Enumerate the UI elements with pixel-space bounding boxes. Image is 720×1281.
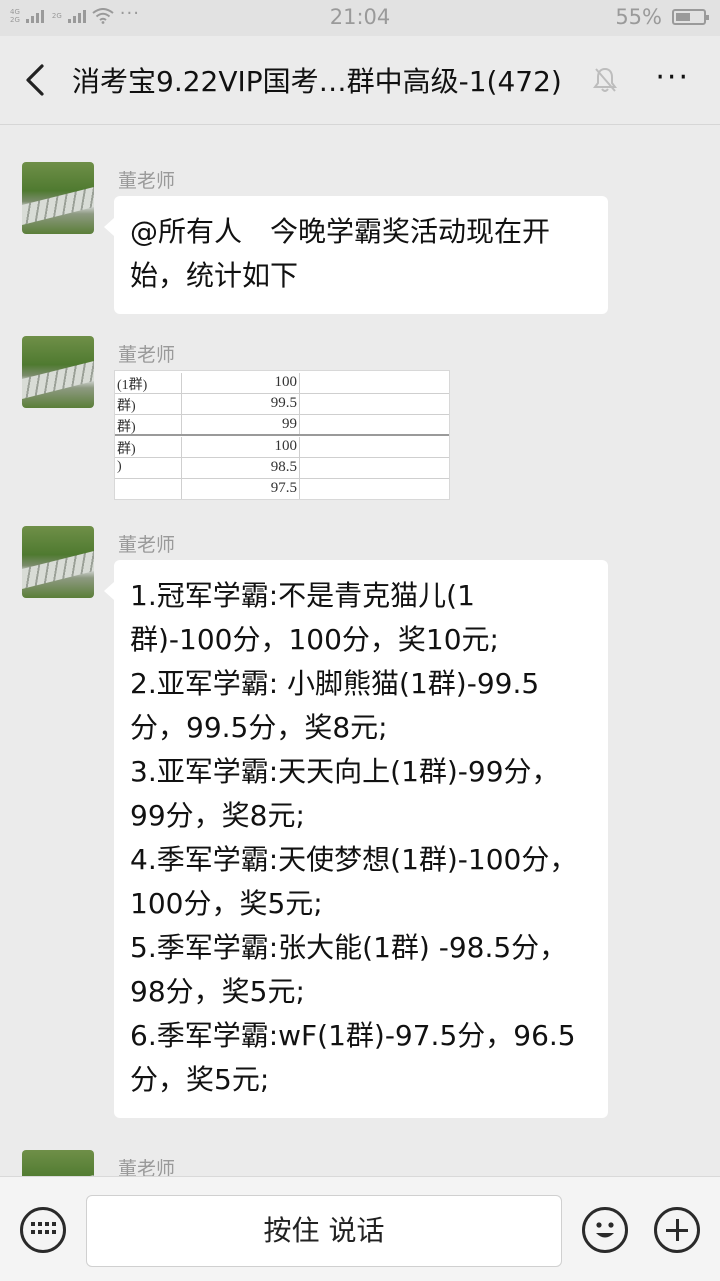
sheet-value: 98.5 (270, 459, 297, 475)
sheet-divider (181, 458, 182, 478)
sheet-divider (181, 437, 182, 457)
sheet-name: 群) (117, 442, 136, 457)
chat-title[interactable]: 消考宝9.22VIP国考…群中高级-1(472) (72, 60, 592, 100)
bell-muted-icon (593, 67, 617, 92)
battery-icon (672, 9, 709, 25)
sender-name: 董老师 (118, 344, 176, 366)
sheet-row: 群) 100 (115, 437, 449, 458)
sheet-name: ) (117, 459, 122, 474)
sheet-divider (299, 373, 300, 393)
sender-name: 董老师 (118, 534, 176, 556)
sender-name: 董老师 (118, 170, 176, 192)
status-time: 21:04 (329, 5, 391, 29)
avatar[interactable] (22, 336, 94, 408)
emoji-icon[interactable] (582, 1207, 628, 1253)
message-line: 100分，奖5元; (130, 887, 323, 920)
message-line: 始，统计如下 (130, 259, 299, 292)
battery-fill (676, 13, 690, 21)
status-right: 55% (615, 5, 709, 29)
sheet-divider (181, 373, 182, 393)
sheet-row: (1群) 100 (115, 373, 449, 394)
sheet-divider (181, 479, 182, 499)
message-line: 3.亚军学霸:天天向上(1群)-99分， (130, 755, 560, 788)
message-line: 群)-100分，100分，奖10元; (130, 623, 499, 656)
message-bubble[interactable]: 1.冠军学霸:不是青克猫儿(1 群)-100分，100分，奖10元; 2.亚军学… (104, 560, 608, 1118)
battery-percent: 55% (615, 5, 662, 29)
sheet-divider (299, 479, 300, 499)
sheet-divider (181, 394, 182, 414)
message-bubble[interactable]: @所有人 今晚学霸奖活动现在开 始，统计如下 (104, 196, 608, 314)
sheet-value: 100 (274, 438, 298, 454)
avatar-detail (22, 551, 94, 589)
sheet-row: ) 98.5 (115, 458, 449, 479)
message-line: @所有人 今晚学霸奖活动现在开 (130, 215, 551, 248)
message-line: 1.冠军学霸:不是青克猫儿(1 (130, 579, 475, 612)
sheet-divider (299, 394, 300, 414)
sheet-name: (1群) (117, 378, 148, 393)
avatar[interactable] (22, 162, 94, 234)
status-bar: 4G 2G 2G ··· 21:04 55% (0, 0, 720, 36)
sheet-divider (299, 458, 300, 478)
sheet-row: 97.5 (115, 479, 449, 499)
hold-to-talk-button[interactable]: 按住 说话 (86, 1195, 562, 1267)
sheet-divider (299, 415, 300, 434)
message-line: 4.季军学霸:天使梦想(1群)-100分， (130, 843, 578, 876)
sheet-row: 群) 99.5 (115, 394, 449, 415)
message-line: 分，99.5分，奖8元; (130, 711, 388, 744)
sheet-divider (299, 437, 300, 457)
message-line: 5.季军学霸:张大能(1群) -98.5分， (130, 931, 568, 964)
sheet-value: 99.5 (270, 395, 297, 411)
keyboard-icon[interactable] (20, 1207, 66, 1253)
sheet-value: 97.5 (270, 480, 297, 496)
sheet-name: 群) (117, 420, 136, 435)
avatar[interactable] (22, 526, 94, 598)
more-options-button[interactable]: ··· (655, 63, 690, 93)
title-bar: 消考宝9.22VIP国考…群中高级-1(472) ··· (0, 36, 720, 125)
spreadsheet-image[interactable]: (1群) 100 群) 99.5 群) 99 群) 100 ) 98.5 97.… (114, 370, 450, 500)
avatar-detail (22, 361, 94, 399)
message-line: 98分，奖5元; (130, 975, 305, 1008)
emoji-face (596, 1222, 614, 1238)
sheet-name: 群) (117, 399, 136, 414)
chevron-left-icon[interactable] (18, 60, 54, 100)
sheet-divider (181, 415, 182, 434)
plus-icon[interactable] (654, 1207, 700, 1253)
input-bar: 按住 说话 (0, 1176, 720, 1281)
sheet-row: 群) 99 (115, 415, 449, 436)
sheet-value: 100 (274, 374, 298, 390)
message-line: 6.季军学霸:wF(1群)-97.5分，96.5 (130, 1019, 576, 1052)
avatar-detail (22, 187, 94, 225)
message-line: 分，奖5元; (130, 1063, 270, 1096)
message-line: 99分，奖8元; (130, 799, 305, 832)
message-line: 2.亚军学霸: 小脚熊猫(1群)-99.5 (130, 667, 540, 700)
sheet-value: 99 (282, 416, 297, 432)
keyboard-keys (31, 1222, 56, 1236)
